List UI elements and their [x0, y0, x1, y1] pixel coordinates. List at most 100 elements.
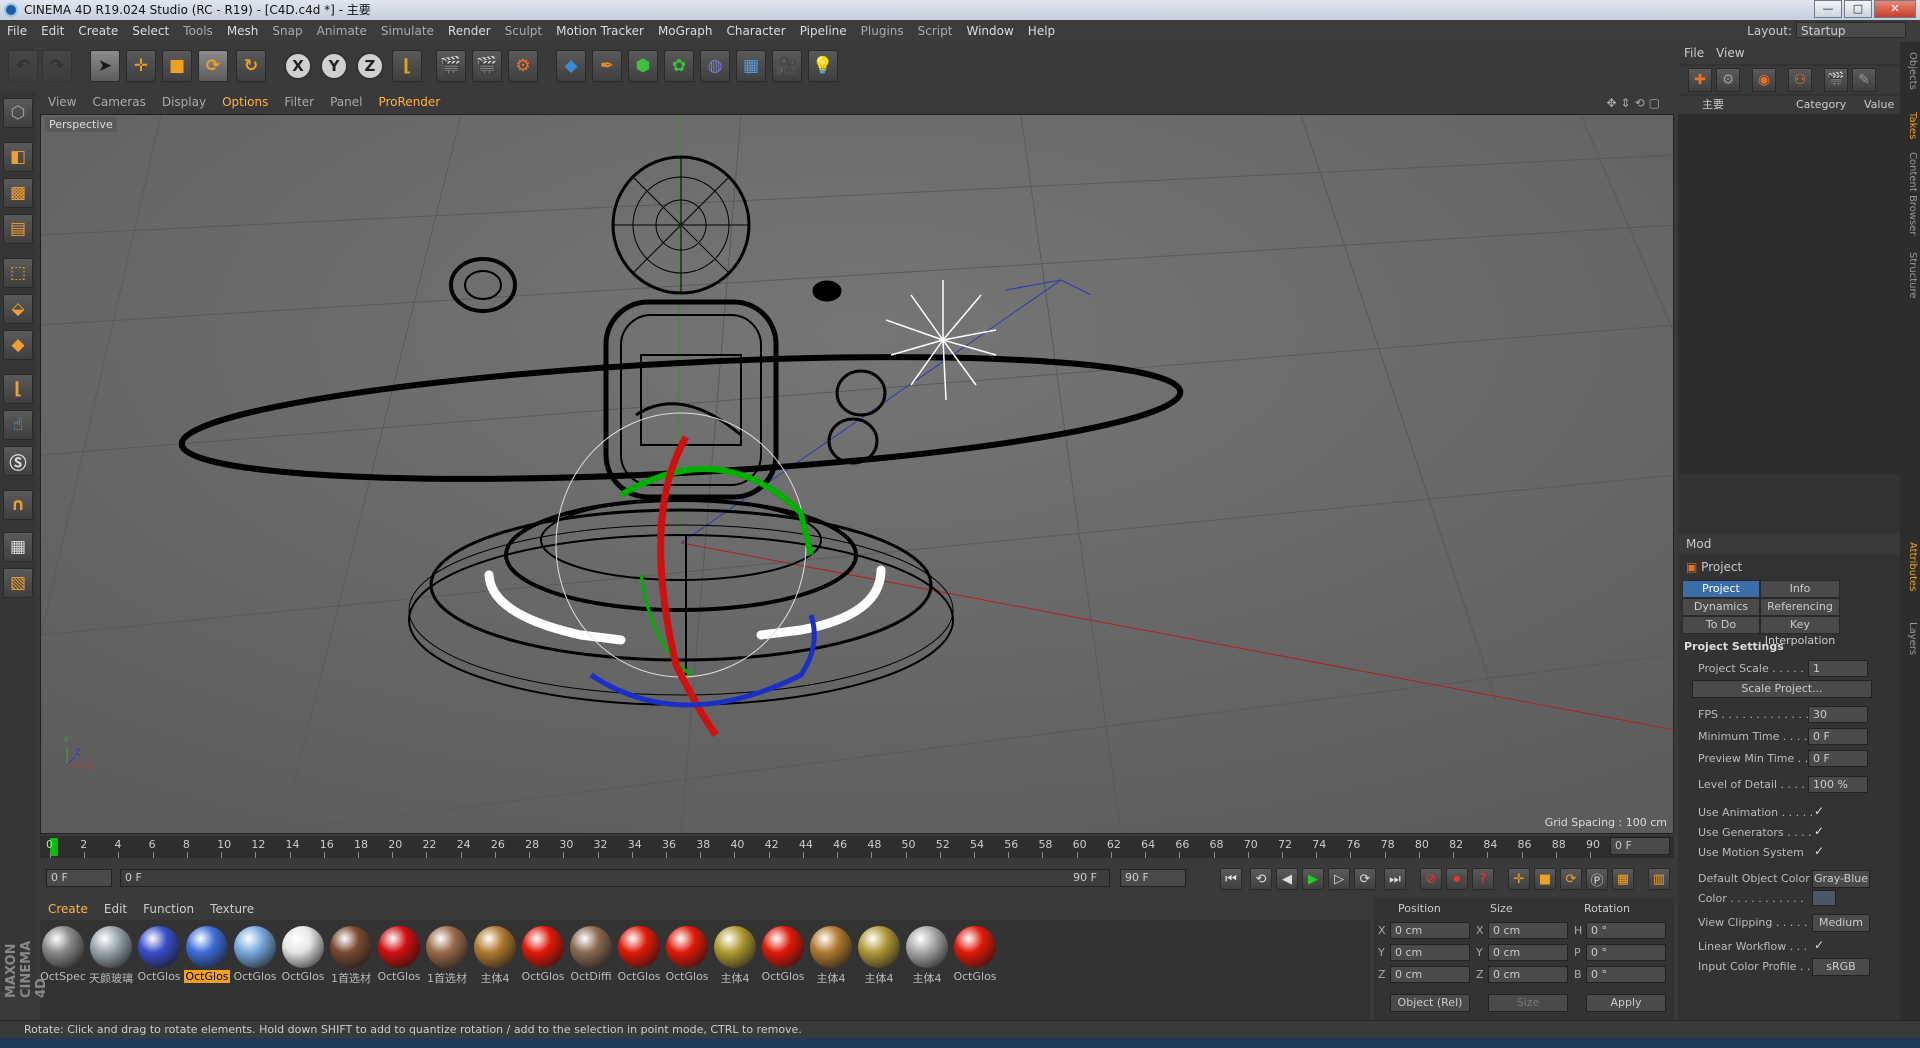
previous-frame-icon[interactable]: ◀	[1276, 868, 1298, 890]
tab-key-interpolation[interactable]: Key Interpolation	[1760, 616, 1840, 647]
size-mode-dropdown[interactable]: Size	[1488, 994, 1568, 1012]
preview-min-time-field[interactable]: 0 F	[1808, 750, 1868, 767]
use-generators-checkbox[interactable]: ✓	[1814, 824, 1824, 838]
x-axis-lock-icon[interactable]: X	[284, 52, 312, 80]
link-icon[interactable]: ⚇	[1788, 68, 1812, 92]
menu-sculpt[interactable]: Sculpt	[498, 20, 549, 42]
go-to-start-icon[interactable]: ⏮	[1220, 868, 1242, 890]
size-x-field[interactable]: 0 cm	[1488, 922, 1568, 939]
menu-select[interactable]: Select	[125, 20, 176, 42]
use-motion-system-checkbox[interactable]: ✓	[1814, 844, 1824, 858]
menu-tools[interactable]: Tools	[176, 20, 220, 42]
z-axis-lock-icon[interactable]: Z	[356, 52, 384, 80]
material-swatch[interactable]: OctGlos	[760, 924, 806, 986]
material-swatch[interactable]: OctGlos	[184, 924, 230, 986]
menu-character[interactable]: Character	[719, 20, 792, 42]
tab-referencing[interactable]: Referencing	[1760, 598, 1840, 616]
menu-mograph[interactable]: MoGraph	[651, 20, 720, 42]
solo-mode-icon[interactable]: Ⓢ	[3, 446, 33, 476]
material-swatch[interactable]: 主体4	[904, 924, 950, 986]
level-of-detail-field[interactable]: 100 %	[1808, 776, 1868, 793]
edges-mode-icon[interactable]: ⬙	[3, 294, 33, 324]
floor-icon[interactable]: ▦	[736, 50, 766, 82]
rotate-tool-icon[interactable]: ⟳	[198, 50, 228, 82]
tab-to-do[interactable]: To Do	[1682, 616, 1760, 634]
material-swatch[interactable]: OctGlos	[616, 924, 662, 986]
material-swatch[interactable]: OctGlos	[664, 924, 710, 986]
coordinate-mode-dropdown[interactable]: Object (Rel)	[1390, 994, 1470, 1012]
render-picture-viewer-icon[interactable]: 🎬	[472, 50, 502, 82]
menu-help[interactable]: Help	[1021, 20, 1062, 42]
polygons-mode-icon[interactable]: ◆	[3, 330, 33, 360]
material-swatch[interactable]: 天颜玻璃	[88, 924, 134, 986]
render-settings-icon[interactable]: ⚙	[508, 50, 538, 82]
menu-mesh[interactable]: Mesh	[220, 20, 266, 42]
minimize-button[interactable]: —	[1814, 0, 1842, 18]
menu-pipeline[interactable]: Pipeline	[793, 20, 854, 42]
use-animation-checkbox[interactable]: ✓	[1814, 804, 1824, 818]
tab-project-settings[interactable]: Project Settings	[1682, 580, 1760, 611]
menu-window[interactable]: Window	[959, 20, 1020, 42]
menu-plugins[interactable]: Plugins	[854, 20, 911, 42]
play-icon[interactable]: ▶	[1302, 868, 1324, 890]
layout-dropdown[interactable]: Startup	[1796, 22, 1906, 38]
close-button[interactable]: ✕	[1874, 0, 1916, 18]
deformer-icon[interactable]: ◍	[700, 50, 730, 82]
current-frame-field[interactable]: 0 F	[1610, 837, 1670, 855]
material-swatch[interactable]: OctSpec	[40, 924, 86, 986]
previous-key-icon[interactable]: ⟲	[1250, 868, 1272, 890]
undo-icon[interactable]: ↶	[8, 50, 38, 82]
tab-dynamics[interactable]: Dynamics	[1682, 598, 1760, 616]
material-menu-create[interactable]: Create	[40, 898, 96, 920]
material-swatch[interactable]: 1首选材	[328, 924, 374, 986]
axis-mode-icon[interactable]: ⌊	[3, 374, 33, 404]
color-swatch[interactable]	[1812, 890, 1836, 906]
new-take-icon[interactable]: ✚	[1688, 68, 1712, 92]
default-object-color-dropdown[interactable]: Gray-Blue	[1812, 870, 1870, 888]
menu-render[interactable]: Render	[441, 20, 498, 42]
menu-motion-tracker[interactable]: Motion Tracker	[549, 20, 651, 42]
select-arrow-icon[interactable]: ➤	[90, 50, 120, 82]
coordinate-system-icon[interactable]: ⌊	[392, 50, 422, 82]
linear-workflow-checkbox[interactable]: ✓	[1814, 938, 1824, 952]
menu-animate[interactable]: Animate	[310, 20, 374, 42]
keyframe-selection-icon[interactable]: ?	[1472, 868, 1494, 890]
input-color-profile-dropdown[interactable]: sRGB	[1812, 958, 1870, 976]
go-to-end-icon[interactable]: ⏭	[1384, 868, 1406, 890]
snap-icon[interactable]: ∩	[3, 490, 33, 520]
spline-pen-icon[interactable]: ✒	[592, 50, 622, 82]
material-swatch[interactable]: 1首选材	[424, 924, 470, 986]
menu-snap[interactable]: Snap	[265, 20, 309, 42]
timeline-window-icon[interactable]: ▥	[1648, 868, 1670, 890]
size-y-field[interactable]: 0 cm	[1488, 944, 1568, 961]
rot-p-field[interactable]: 0 °	[1586, 944, 1666, 961]
take-main-label[interactable]: 主要	[1702, 96, 1724, 114]
apply-button[interactable]: Apply	[1586, 994, 1666, 1012]
redo-icon[interactable]: ↷	[42, 50, 72, 82]
material-swatch[interactable]: OctDiffi	[568, 924, 614, 986]
autokeying-icon[interactable]: ⏺	[1446, 868, 1468, 890]
cube-primitive-icon[interactable]: ◆	[556, 50, 586, 82]
size-z-field[interactable]: 0 cm	[1488, 966, 1568, 983]
make-editable-icon[interactable]: ⬡	[3, 98, 33, 128]
viewport-menu-panel[interactable]: Panel	[322, 92, 370, 112]
side-tab-attributes[interactable]: Attributes	[1902, 542, 1918, 591]
y-axis-lock-icon[interactable]: Y	[320, 52, 348, 80]
workplane-icon[interactable]: ▤	[3, 214, 33, 244]
material-menu-function[interactable]: Function	[135, 898, 202, 920]
attribute-mode-menu[interactable]: Mod	[1678, 537, 1711, 551]
side-tab-objects[interactable]: Objects	[1902, 52, 1918, 90]
tab-info[interactable]: Info	[1760, 580, 1840, 598]
pos-x-field[interactable]: 0 cm	[1390, 922, 1470, 939]
viewport-menu-options[interactable]: Options	[214, 92, 276, 112]
subdivision-icon[interactable]: ⬢	[628, 50, 658, 82]
points-mode-icon[interactable]: ⬚	[3, 258, 33, 288]
object-menu-file[interactable]: File	[1678, 42, 1710, 64]
end-frame-field[interactable]: 90 F	[1120, 869, 1186, 887]
material-menu-texture[interactable]: Texture	[202, 898, 262, 920]
take-list[interactable]	[1678, 114, 1900, 474]
material-swatch[interactable]: 主体4	[808, 924, 854, 986]
planar-workplane-icon[interactable]: ▧	[3, 568, 33, 598]
fps-field[interactable]: 30	[1808, 706, 1868, 723]
camera-icon[interactable]: 🎥	[772, 50, 802, 82]
